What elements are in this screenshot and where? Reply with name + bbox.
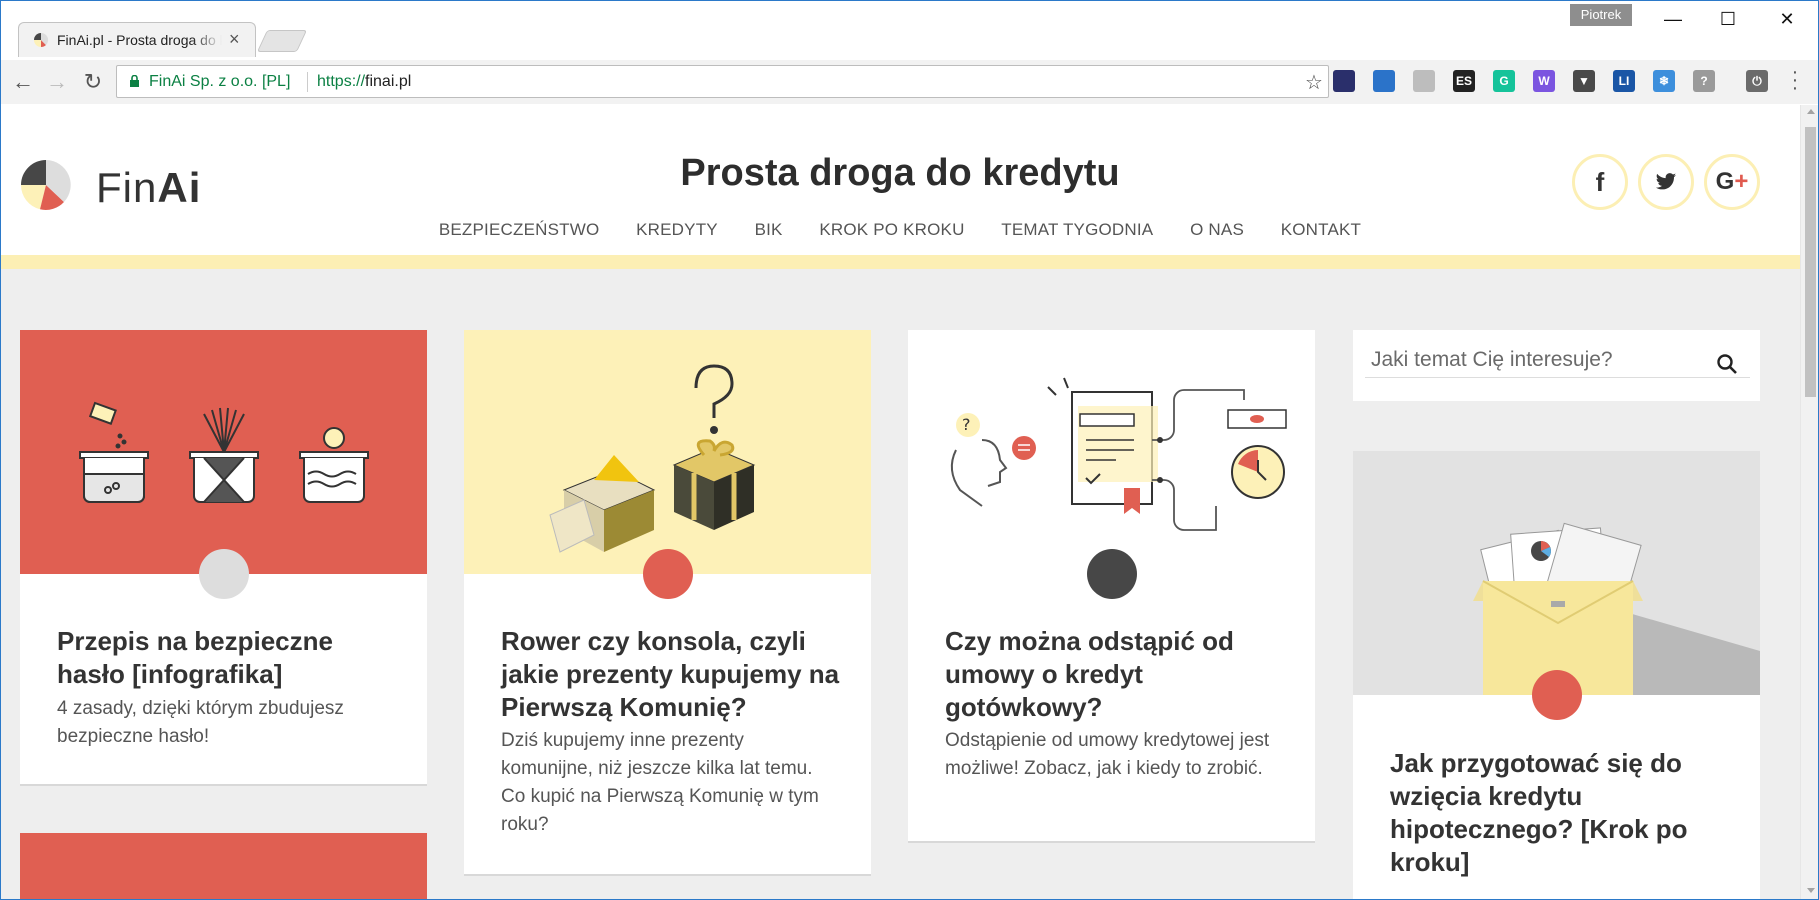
category-dot — [642, 549, 693, 599]
card-title[interactable]: Rower czy konsola, czyli jakie prezenty … — [501, 625, 841, 724]
card-title[interactable]: Czy można odstąpić od umowy o kredyt got… — [945, 625, 1285, 724]
card-excerpt: 4 zasady, dzięki którym zbudujesz bezpie… — [57, 698, 344, 747]
profile-badge[interactable]: Piotrek — [1570, 4, 1632, 26]
card-title[interactable]: Jak przygotować się do wzięcia kredytu h… — [1390, 747, 1730, 879]
ext-grammarly-icon[interactable]: G — [1493, 70, 1515, 92]
site-header: FinAi Prosta droga do kredytu BEZPIECZEŃ… — [0, 105, 1800, 255]
ext-w-icon[interactable]: W — [1533, 70, 1555, 92]
card-image: ? — [908, 330, 1315, 574]
card-image — [20, 833, 427, 900]
nav-item-kontakt[interactable]: KONTAKT — [1281, 220, 1361, 240]
main-nav: BEZPIECZEŃSTWO KREDYTY BIK KROK PO KROKU… — [0, 220, 1800, 240]
category-dot — [1086, 549, 1137, 599]
scroll-up-arrow-icon[interactable] — [1807, 109, 1815, 114]
window-close-button[interactable]: ✕ — [1764, 4, 1810, 34]
site-title: Prosta droga do kredytu — [680, 152, 1120, 194]
category-dot — [198, 549, 249, 599]
url-host: finai.pl — [365, 73, 412, 90]
twitter-icon[interactable] — [1638, 154, 1694, 210]
svg-text:?: ? — [962, 415, 971, 434]
article-card[interactable]: Przepis na bezpieczne hasło [infografika… — [20, 330, 427, 784]
nav-item-bezpieczenstwo[interactable]: BEZPIECZEŃSTWO — [439, 220, 600, 240]
forward-arrow-icon[interactable]: → — [44, 69, 70, 95]
reload-icon[interactable]: ↻ — [80, 69, 106, 95]
ext-timer-icon[interactable]: ⏻ — [1746, 70, 1768, 92]
ext-speedometer-icon[interactable] — [1333, 70, 1355, 92]
tab-strip: FinAi.pl - Prosta droga do kredytu × Pio… — [0, 0, 1819, 60]
url-scheme: https:// — [317, 73, 366, 90]
ext-vue-icon[interactable]: ▼ — [1573, 70, 1595, 92]
browser-tab-active[interactable]: FinAi.pl - Prosta droga do kredytu × — [18, 22, 256, 57]
nav-item-bik[interactable]: BIK — [755, 220, 783, 240]
mortgage-documents-illustration-icon — [1473, 522, 1760, 695]
tab-title: FinAi.pl - Prosta droga do kredytu — [57, 32, 222, 48]
browser-menu-icon[interactable]: · · · — [1790, 62, 1800, 98]
search-icon[interactable] — [1715, 352, 1739, 376]
window-minimize-button[interactable]: — — [1650, 4, 1696, 34]
card-excerpt: Odstąpienie od umowy kredytowej jest moż… — [945, 730, 1270, 779]
search-input[interactable] — [1365, 342, 1750, 378]
googleplus-plus: + — [1734, 168, 1749, 195]
header-accent-bar — [0, 255, 1800, 269]
password-recipe-illustration-icon — [79, 401, 369, 503]
article-card[interactable] — [20, 833, 427, 900]
card-title[interactable]: Przepis na bezpieczne hasło [infografika… — [57, 625, 397, 691]
page-viewport: FinAi Prosta droga do kredytu BEZPIECZEŃ… — [0, 105, 1800, 900]
ext-gear-icon[interactable] — [1413, 70, 1435, 92]
ext-snowflake-icon[interactable]: ❄ — [1653, 70, 1675, 92]
browser-chrome: FinAi.pl - Prosta droga do kredytu × Pio… — [0, 0, 1819, 104]
article-card[interactable]: ? Czy można odstąpić od umowy o kredyt g… — [908, 330, 1315, 841]
gifts-illustration-icon — [549, 364, 756, 553]
article-card[interactable]: Rower czy konsola, czyli jakie prezenty … — [464, 330, 871, 874]
scroll-down-arrow-icon[interactable] — [1807, 888, 1815, 893]
bookmark-star-icon[interactable]: ☆ — [1305, 70, 1323, 95]
ext-li-icon[interactable]: LI — [1613, 70, 1635, 92]
article-card[interactable]: Jak przygotować się do wzięcia kredytu h… — [1353, 451, 1760, 900]
ext-help-icon[interactable]: ? — [1693, 70, 1715, 92]
certificate-label[interactable]: FinAi Sp. z o.o. [PL] — [149, 73, 290, 91]
card-image — [1353, 451, 1760, 695]
window-maximize-button[interactable]: ☐ — [1705, 4, 1751, 34]
address-bar[interactable]: FinAi Sp. z o.o. [PL] https://finai.pl ☆ — [116, 65, 1329, 98]
nav-item-kredyty[interactable]: KREDYTY — [636, 220, 718, 240]
scroll-thumb[interactable] — [1805, 127, 1816, 397]
card-image — [20, 330, 427, 574]
omnibox-divider — [307, 72, 308, 92]
page-scrollbar[interactable] — [1800, 105, 1819, 900]
url-text[interactable]: https://finai.pl — [317, 73, 411, 91]
googleplus-icon[interactable]: G+ — [1704, 154, 1760, 210]
nav-item-o-nas[interactable]: O NAS — [1190, 220, 1244, 240]
back-arrow-icon[interactable]: ← — [10, 69, 36, 95]
loan-agreement-illustration-icon: ? — [950, 377, 1287, 531]
card-image — [464, 330, 871, 574]
lock-icon — [130, 75, 139, 87]
nav-item-krok-po-kroku[interactable]: KROK PO KROKU — [819, 220, 964, 240]
nav-item-temat-tygodnia[interactable]: TEMAT TYGODNIA — [1001, 220, 1153, 240]
new-tab-button[interactable] — [256, 30, 308, 52]
category-dot — [1531, 670, 1582, 720]
ext-es-icon[interactable]: ES — [1453, 70, 1475, 92]
tab-close-icon[interactable]: × — [229, 29, 240, 50]
googleplus-g: G — [1715, 168, 1735, 195]
finai-favicon-icon — [34, 32, 49, 48]
facebook-icon[interactable]: f — [1572, 154, 1628, 210]
card-excerpt: Dziś kupujemy inne prezenty komunijne, n… — [501, 730, 819, 835]
ext-screenshot-icon[interactable] — [1373, 70, 1395, 92]
search-widget — [1353, 330, 1760, 401]
twitter-bird-icon — [1655, 173, 1677, 190]
